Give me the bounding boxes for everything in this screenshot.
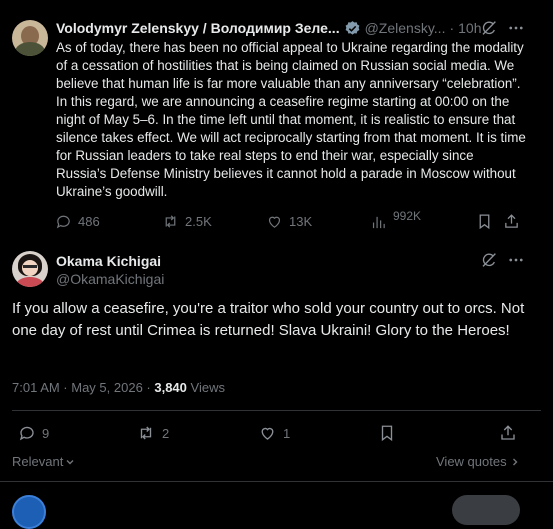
- post-meta: 7:01 AM · May 5, 2026 · 3,840 Views: [12, 380, 225, 395]
- view-quotes-label: View quotes: [436, 454, 507, 469]
- repost-button[interactable]: 2.5K: [162, 213, 212, 230]
- reply-count: 486: [78, 214, 100, 229]
- like-icon: [261, 427, 274, 440]
- views-label: Views: [186, 380, 225, 395]
- like-icon: [268, 216, 281, 228]
- reply-button[interactable]: 486: [55, 213, 100, 230]
- repost-icon: [165, 215, 176, 228]
- repost-icon: [140, 426, 152, 440]
- author-avatar[interactable]: [12, 20, 48, 56]
- repost-count: 2: [162, 425, 170, 441]
- reply-button-partial[interactable]: [452, 495, 520, 525]
- quoted-post-text: As of today, there has been no official …: [56, 40, 526, 199]
- view-quotes-link[interactable]: View quotes: [436, 454, 520, 469]
- bookmark-icon[interactable]: [378, 424, 396, 442]
- chevron-down-icon: [66, 459, 74, 464]
- divider: [12, 410, 541, 411]
- views-count: 992K: [393, 209, 422, 223]
- reply-avatar[interactable]: [12, 495, 46, 529]
- repost-count: 2.5K: [185, 214, 212, 229]
- reply-button[interactable]: 9: [18, 424, 49, 442]
- author-handle[interactable]: @OkamaKichigai: [56, 271, 164, 287]
- verified-badge-icon: [344, 20, 361, 37]
- like-count: 1: [283, 425, 291, 441]
- author-name[interactable]: Volodymyr Zelenskyy / Володимир Зеле...: [56, 20, 340, 36]
- repost-button[interactable]: 2: [136, 424, 169, 442]
- like-button[interactable]: 13K: [266, 213, 312, 230]
- share-icon[interactable]: [503, 213, 520, 230]
- more-options-icon[interactable]: [507, 19, 525, 37]
- post-text: If you allow a ceasefire, you're a trait…: [12, 300, 525, 339]
- sort-label: Relevant: [12, 454, 64, 469]
- author-header: Volodymyr Zelenskyy / Володимир Зеле... …: [56, 19, 496, 37]
- author-handle[interactable]: @Zelensky...: [365, 20, 446, 36]
- bookmark-icon[interactable]: [476, 213, 493, 230]
- chevron-right-icon: [512, 458, 518, 465]
- views-icon: [372, 216, 385, 229]
- reply-count: 9: [42, 425, 50, 441]
- grok-icon[interactable]: [480, 19, 498, 37]
- post-timestamp[interactable]: 7:01 AM · May 5, 2026 ·: [12, 380, 154, 395]
- divider: [0, 481, 553, 482]
- author-avatar[interactable]: [12, 251, 48, 287]
- views-count: 3,840: [154, 380, 187, 395]
- sort-dropdown[interactable]: Relevant: [12, 454, 75, 469]
- grok-icon[interactable]: [480, 251, 498, 269]
- author-name[interactable]: Okama Kichigai: [56, 253, 161, 269]
- reply-icon: [19, 426, 34, 441]
- post-time[interactable]: 10h: [458, 20, 481, 36]
- reply-icon: [56, 215, 70, 229]
- like-count: 13K: [289, 214, 313, 229]
- more-options-icon[interactable]: [507, 251, 525, 269]
- share-icon[interactable]: [499, 424, 517, 442]
- like-button[interactable]: 1: [258, 424, 290, 442]
- dot-separator: ·: [449, 20, 455, 36]
- views-button[interactable]: 992K: [370, 209, 421, 233]
